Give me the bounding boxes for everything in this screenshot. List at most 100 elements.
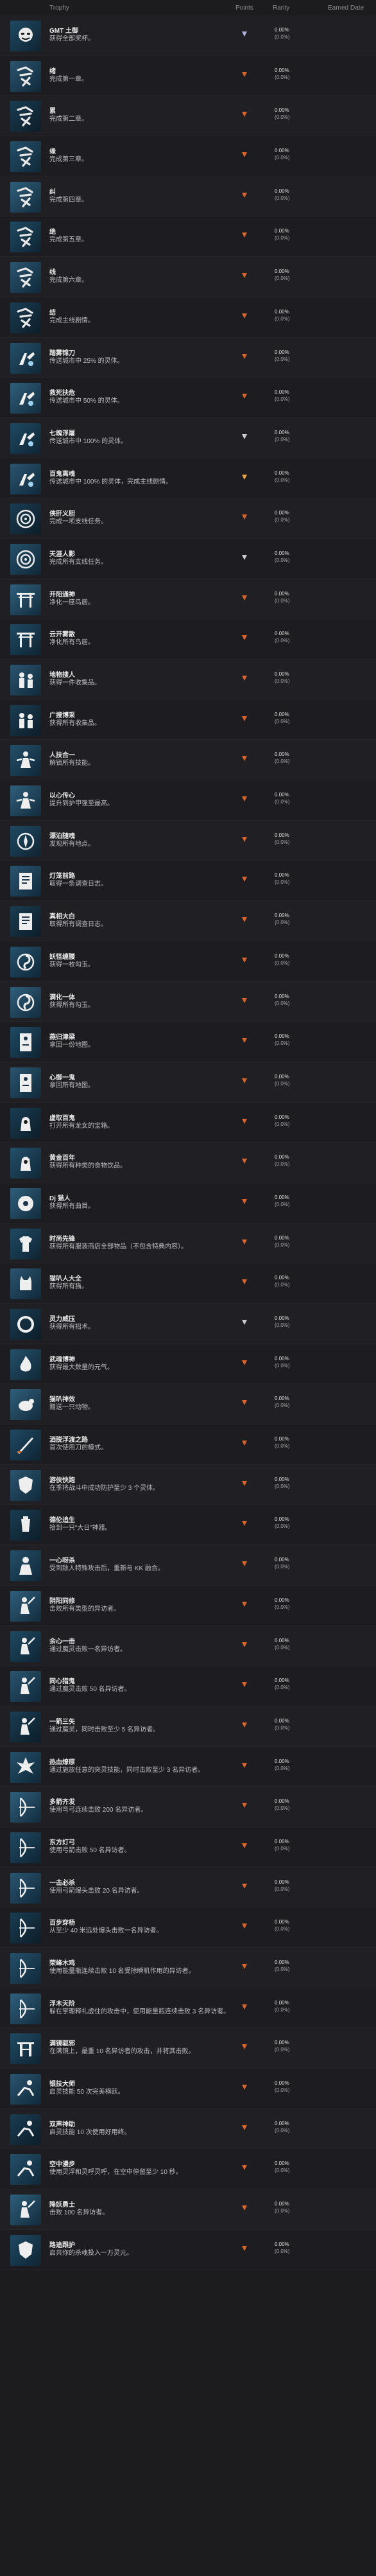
trophy-row[interactable]: 缘完成第三章。 0.00% (0.0%) — [0, 136, 376, 177]
fire-figure-icon — [10, 1349, 41, 1380]
magatama-icon — [10, 986, 41, 1018]
journal-icon — [10, 866, 41, 897]
trophy-row[interactable]: 阴阳同修 击败所有类型的异访者。 0.00% (0.0%) — [0, 1585, 376, 1626]
trophy-name: 累 — [49, 108, 56, 116]
bronze-trophy-icon — [241, 1843, 248, 1849]
trophy-row[interactable]: 云开雾散 净化所有鸟居。 0.00% (0.0%) — [0, 619, 376, 660]
trophy-row[interactable]: 猫叭人大全 获得所有猫。 0.00% (0.0%) — [0, 1263, 376, 1304]
trophy-row[interactable]: 结完成主线剧情。 0.00% (0.0%) — [0, 297, 376, 338]
trophy-row[interactable]: 路途跟护 启共你的杀魂投入一万灵元。 0.00% (0.0%) — [0, 2229, 376, 2270]
trophy-row[interactable]: 虚取百鬼 打开所有龙女的宝箱。 0.00% (0.0%) — [0, 1102, 376, 1143]
trophy-row[interactable]: Dj 猫人 获得所有曲目。 0.00% (0.0%) — [0, 1182, 376, 1223]
trophy-row[interactable]: 德伦追生 拾到一只“大日”神器。 0.00% (0.0%) — [0, 1505, 376, 1546]
column-header-trophy[interactable]: Trophy — [49, 4, 69, 12]
rarity-secondary: (0.0%) — [275, 1644, 290, 1651]
trophy-row[interactable]: 一箭三矢 通过魔灵，同时击败至少 5 名异访者。 0.00% (0.0%) — [0, 1706, 376, 1747]
rarity-percent: 0.00% — [275, 1275, 289, 1281]
trophy-row[interactable]: 以心传心 提升到护甲强至最高。 0.00% (0.0%) — [0, 780, 376, 821]
trophy-name: 开阳通神 — [49, 591, 75, 599]
trophy-row[interactable]: GMT 土御 获得全部奖杯。 0.00% (0.0%) — [0, 15, 376, 56]
rarity-secondary: (0.0%) — [275, 1080, 290, 1087]
rarity-percent: 0.00% — [275, 1959, 289, 1965]
trophy-row[interactable]: 黄金百年 获得所有种类的食物饮品。 0.00% (0.0%) — [0, 1143, 376, 1183]
trophy-row[interactable]: 燕归津梁 拿回一份地图。 0.00% (0.0%) — [0, 1022, 376, 1062]
trophy-row[interactable]: 浮木天阶 躲在掌理释礼虚住的攻击中，使用能量瓶连续击败 3 名异访者。 0.00%(… — [0, 1988, 376, 2029]
trophy-row[interactable]: 绝完成第五章。 0.00% (0.0%) — [0, 216, 376, 258]
trophy-name: 同心猎鬼 — [49, 1678, 75, 1686]
trophy-row[interactable]: 绪完成第一章。 0.00% (0.0%) — [0, 55, 376, 96]
trophy-row[interactable]: 武魂博神 获得最大数量的元气。 0.00% (0.0%) — [0, 1344, 376, 1385]
trophy-name: 踏雾锦刀 — [49, 349, 75, 357]
trophy-row[interactable]: 多箭齐发 使用弯弓连续击败 200 名异访者。 0.00% (0.0%) — [0, 1787, 376, 1827]
trophy-row[interactable]: 余心一击 通过魔灵击败一名异访者。 0.00% (0.0%) — [0, 1625, 376, 1667]
trophy-description: 传送城市中 100% 的灵体，完成主线剧情。 — [49, 478, 173, 486]
trophy-row[interactable]: 人技合一 解锁所有技能。 0.00% (0.0%) — [0, 740, 376, 781]
leap-icon — [10, 2114, 41, 2145]
column-header-earned-date[interactable]: Earned Date — [328, 4, 364, 12]
trophy-row[interactable]: 天涯人影 完成所有支线任务。 0.00% (0.0%) — [0, 538, 376, 579]
trophy-row[interactable]: 灯笼前路 取得一条调查日志。 0.00% (0.0%) — [0, 861, 376, 902]
trophy-name: 空中漫步 — [49, 2161, 75, 2169]
rarity-secondary: (0.0%) — [275, 235, 290, 241]
trophy-row[interactable]: 线完成第六章。 0.00% (0.0%) — [0, 257, 376, 297]
rarity-secondary: (0.0%) — [275, 1564, 290, 1570]
trophy-row[interactable]: 热血燎原 通过施放任意的突灵技能，同时击败至少 3 名异访者。 0.00% (0.0%… — [0, 1746, 376, 1787]
trophy-row[interactable]: 灵力威压 获得所有招术。 0.00% (0.0%) — [0, 1304, 376, 1344]
rarity-secondary: (0.0%) — [275, 315, 290, 322]
trophy-description: 传送城市中 100% 的灵体。 — [49, 437, 128, 445]
trophy-row[interactable]: 降妖勇士 击败 100 名异访者。 0.00% (0.0%) — [0, 2189, 376, 2230]
trophy-row[interactable]: 侠肝义胆 完成一项支线任务。 0.00% (0.0%) — [0, 498, 376, 539]
rarity-percent: 0.00% — [275, 1637, 289, 1643]
trophy-row[interactable]: 游侠快跑 在季将战斗中成功防护至少 3 个灵体。 0.00% (0.0%) — [0, 1464, 376, 1505]
column-header-points[interactable]: Points — [235, 4, 253, 12]
trophy-row[interactable]: 同心猎鬼 通过魔灵击败 50 名异访者。 0.00% (0.0%) — [0, 1666, 376, 1706]
trophy-row[interactable]: 救死扶危 传送城市中 50% 的灵体。 0.00% (0.0%) — [0, 378, 376, 418]
trophy-row[interactable]: 满化一体 获得所有勾玉。 0.00% (0.0%) — [0, 981, 376, 1022]
trophy-name: 满化一体 — [49, 994, 75, 1001]
calligraphy-chapter-icon — [10, 181, 41, 213]
trophy-name: 漂泊随魂 — [49, 832, 75, 840]
trophy-row[interactable]: 洒脱浮渡之路 首次使用刀的模式。 0.00% (0.0%) — [0, 1424, 376, 1465]
trophy-row[interactable]: 空中漫步 使用灵浮和灵呼灵呼，在空中停留至少 10 秒。 0.00% (0.0%) — [0, 2149, 376, 2190]
trophy-row[interactable]: 真相大白 取得所有调查日志。 0.00% (0.0%) — [0, 901, 376, 942]
bronze-trophy-icon — [241, 1520, 248, 1527]
trophy-row[interactable]: 漂泊随魂 发现所有地点。 0.00% (0.0%) — [0, 820, 376, 861]
trophy-description: 发现所有地点。 — [49, 840, 94, 848]
bow-icon — [10, 1832, 41, 1863]
trophy-description: 躲在掌理释礼虚住的攻击中，使用能量瓶连续击败 3 名异访者。 — [49, 2008, 230, 2015]
rarity-percent: 0.00% — [275, 1476, 289, 1482]
trophy-row[interactable]: 百鬼离魂 传送城市中 100% 的灵体，完成主线剧情。 0.00% (0.0%) — [0, 458, 376, 499]
trophy-name: 游侠快跑 — [49, 1476, 75, 1484]
trophy-row[interactable]: 妖怪缠腰 获得一枚勾玉。 0.00% (0.0%) — [0, 941, 376, 982]
trophy-row[interactable]: 纠完成第四章。 0.00% (0.0%) — [0, 176, 376, 217]
trophy-row[interactable]: 双声神助 启灵技能 10 次使用好用终。 0.00% (0.0%) — [0, 2108, 376, 2150]
trophy-row[interactable]: 百步穿杨 从至少 40 米远处爆头击败一名异访者。 0.00% (0.0%) — [0, 1907, 376, 1948]
rarity-percent: 0.00% — [275, 389, 289, 396]
column-header-rarity[interactable]: Rarity — [273, 4, 289, 12]
trophy-row[interactable]: 猫叭神效 赠送一只动物。 0.00% (0.0%) — [0, 1384, 376, 1425]
trophy-row[interactable]: 开阳通神 净化一座鸟居。 0.00% (0.0%) — [0, 579, 376, 620]
trophy-row[interactable]: 累完成第二章。 0.00% (0.0%) — [0, 96, 376, 137]
trophy-row[interactable]: 七魄浮屠 传送城市中 100% 的灵体。 0.00% (0.0%) — [0, 417, 376, 459]
bronze-trophy-icon — [241, 997, 248, 1004]
trophy-row[interactable]: 一击必杀 使用弓箭爆头击败 20 名异访者。 0.00% (0.0%) — [0, 1867, 376, 1908]
trophy-name: Dj 猫人 — [49, 1195, 71, 1202]
trophy-row[interactable]: 心御一鬼 拿回所有地图。 0.00% (0.0%) — [0, 1062, 376, 1103]
trophy-row[interactable]: 地物搜人 获得一件收集品。 0.00% (0.0%) — [0, 660, 376, 700]
trophy-row[interactable]: 一心呀杀 受到敌人特殊攻击后，重新与 KK 融合。 0.00% (0.0%) — [0, 1545, 376, 1586]
trophy-row[interactable]: 东方灯弓 使用弓箭击败 50 名异访者。 0.00% (0.0%) — [0, 1827, 376, 1868]
trophy-row[interactable]: 荣峰木鸡 使用能量瓶连续击败 10 名受掠瞬机作用的异访者。 0.00% (0.0%) — [0, 1948, 376, 1988]
rarity-secondary: (0.0%) — [275, 718, 290, 724]
trophy-description: 完成第二章。 — [49, 116, 88, 123]
bronze-trophy-icon — [241, 1037, 248, 1044]
rarity-secondary: (0.0%) — [275, 276, 290, 282]
trophy-row[interactable]: 银技大师 启灵技能 50 次完美横跃。 0.00% (0.0%) — [0, 2069, 376, 2109]
trophy-row[interactable]: 广搜博采 获得所有收集品。 0.00% (0.0%) — [0, 699, 376, 740]
rarity-secondary: (0.0%) — [275, 2168, 290, 2174]
trophy-row[interactable]: 满镜驱邪 在满镜上，最重 10 名异访者的攻击，并将其击败。 0.00% (0.0%) — [0, 2028, 376, 2069]
trophy-row[interactable]: 时尚先锋 获得所有服装商店全部物品（不包含特典内容）。 0.00% (0.0%) — [0, 1223, 376, 1264]
bronze-trophy-icon — [241, 152, 248, 158]
trophy-description: 使用灵浮和灵呼灵呼，在空中停留至少 10 秒。 — [49, 2169, 182, 2177]
trophy-row[interactable]: 踏雾锦刀 传送城市中 25% 的灵体。 0.00% (0.0%) — [0, 337, 376, 378]
calligraphy-chapter-icon — [10, 101, 41, 132]
